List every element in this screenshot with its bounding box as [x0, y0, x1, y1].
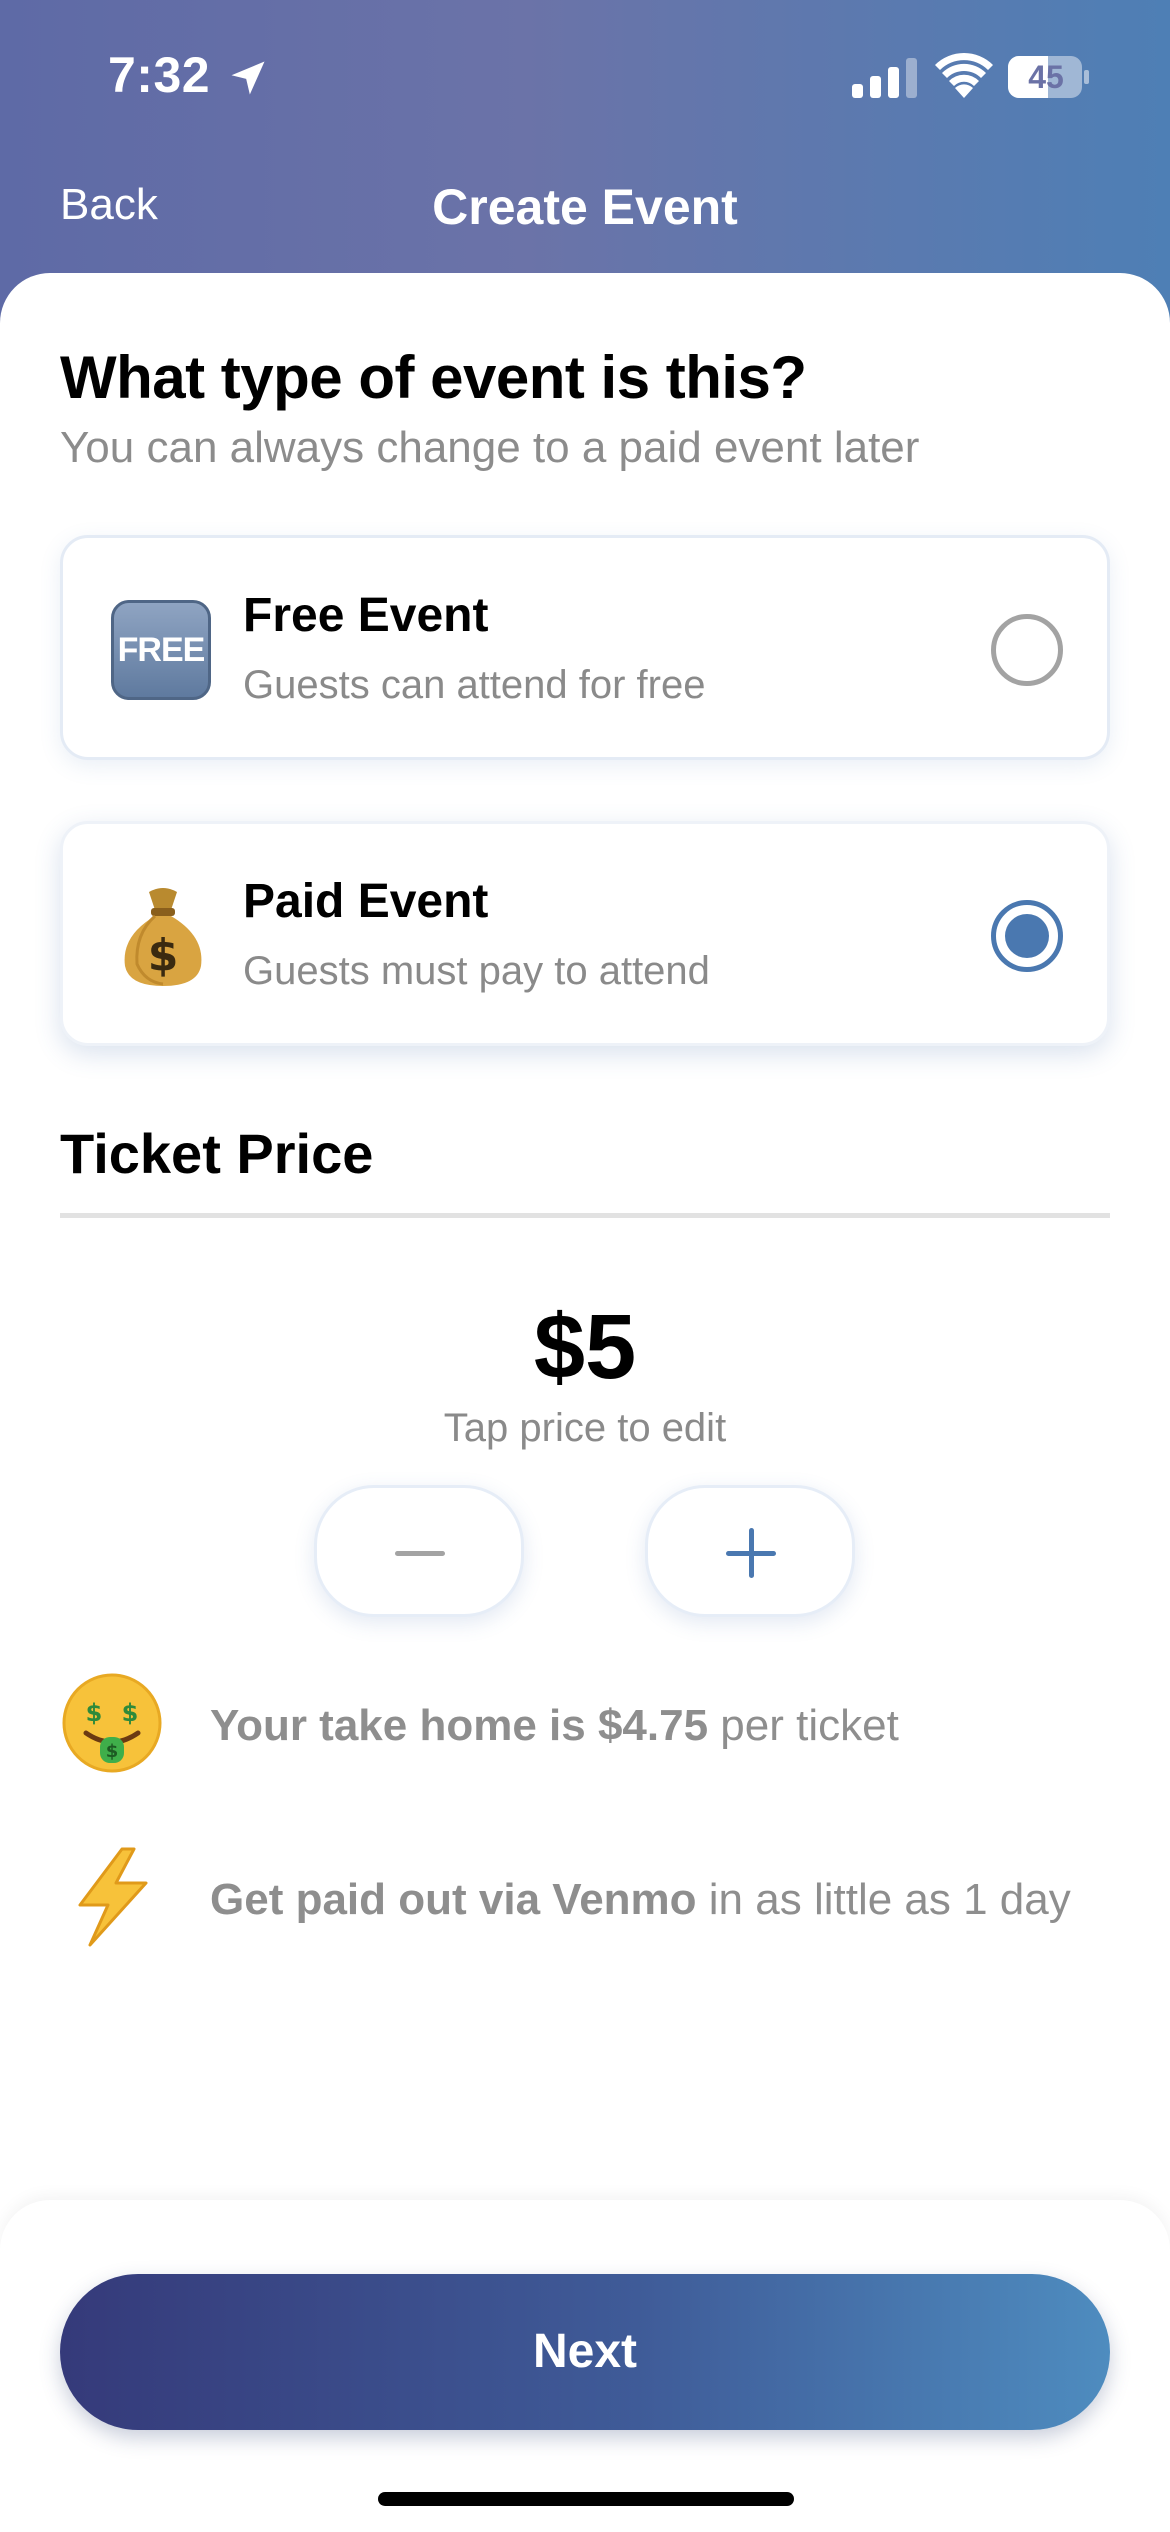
free-badge-icon: FREE [111, 600, 211, 700]
bottom-action-panel: Next [0, 2200, 1170, 2532]
event-type-question: What type of event is this? [60, 344, 807, 411]
svg-text:$: $ [122, 1699, 139, 1727]
decrease-price-button[interactable] [314, 1485, 524, 1617]
home-indicator[interactable] [378, 2492, 794, 2506]
location-arrow-icon [231, 61, 265, 95]
payout-info: Get paid out via Venmo in as little as 1… [60, 1845, 1120, 1955]
cellular-signal-icon [852, 58, 917, 98]
paid-event-radio[interactable] [991, 900, 1063, 972]
paid-event-option[interactable]: $ Paid Event Guests must pay to attend [60, 821, 1110, 1046]
price-edit-hint: Tap price to edit [443, 1406, 727, 1450]
increase-price-button[interactable] [645, 1485, 855, 1617]
money-bag-icon: $ [124, 888, 202, 986]
svg-text:$: $ [148, 930, 179, 981]
content-sheet: What type of event is this? You can alwa… [0, 273, 1170, 2532]
option-description: Guests can attend for free [243, 663, 706, 707]
free-event-radio[interactable] [991, 614, 1063, 686]
payout-text: Get paid out via Venmo in as little as 1… [210, 1875, 1071, 1924]
lightning-bolt-icon [78, 1847, 148, 1947]
option-title: Free Event [243, 589, 489, 642]
svg-text:$: $ [106, 1741, 119, 1762]
page-title: Create Event [432, 179, 738, 235]
option-description: Guests must pay to attend [243, 949, 710, 993]
ticket-price-heading: Ticket Price [60, 1122, 374, 1185]
money-mouth-face-icon: $ $ $ [62, 1673, 162, 1773]
status-bar: 7:32 45 [0, 0, 1170, 150]
free-event-option[interactable]: FREE Free Event Guests can attend for fr… [60, 535, 1110, 760]
section-divider [60, 1213, 1110, 1218]
svg-text:$: $ [86, 1699, 103, 1727]
option-title: Paid Event [243, 875, 489, 928]
radio-selected-dot [1005, 914, 1049, 958]
next-button[interactable]: Next [60, 2274, 1110, 2430]
wifi-icon [935, 52, 993, 98]
take-home-text: Your take home is $4.75 per ticket [210, 1701, 899, 1750]
status-time: 7:32 [108, 47, 211, 103]
create-event-screen: 7:32 45 Back Create Event What type of e… [0, 0, 1170, 2532]
take-home-info: $ $ $ Your take home is $4.75 per ticket [60, 1671, 1120, 1781]
event-type-subtitle: You can always change to a paid event la… [60, 423, 920, 472]
minus-icon [395, 1551, 445, 1556]
ticket-price-value[interactable]: $5 [0, 1295, 1170, 1400]
battery-level: 45 [1028, 59, 1064, 95]
